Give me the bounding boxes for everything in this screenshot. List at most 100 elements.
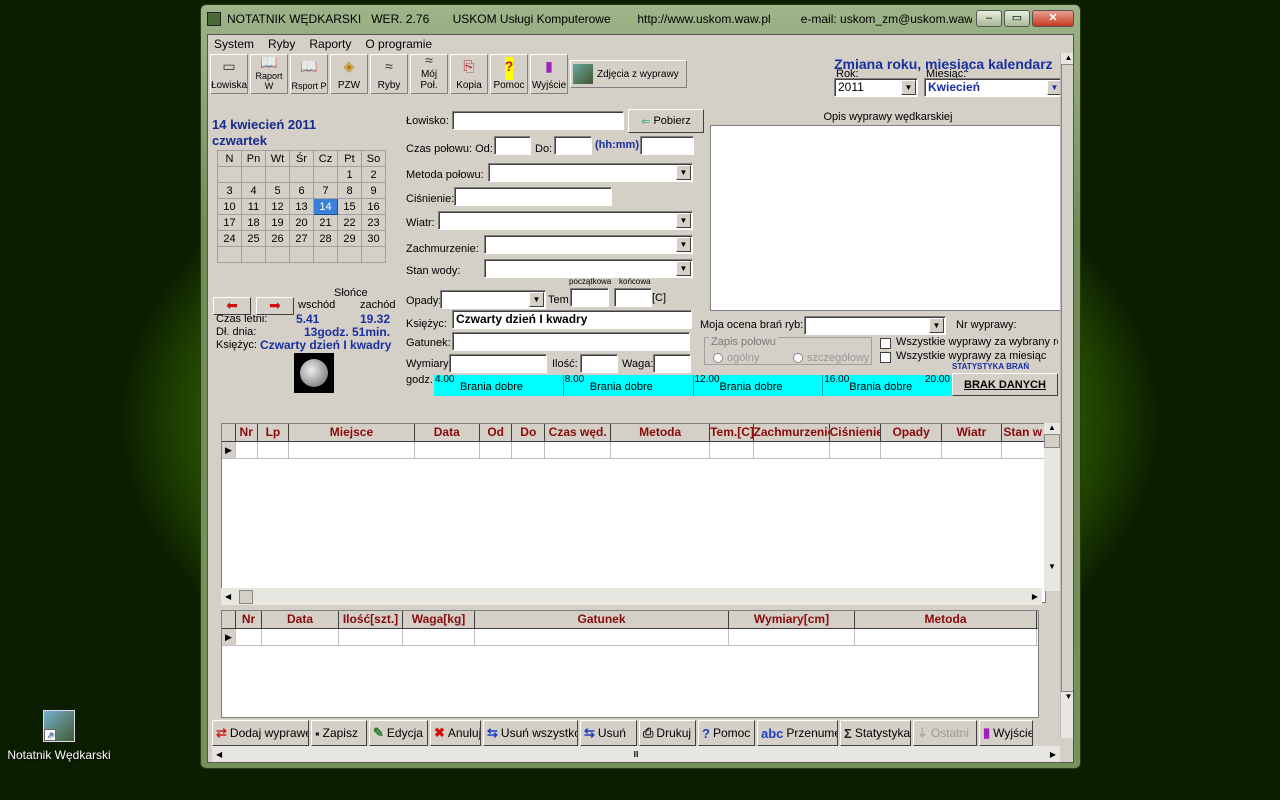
calendar-day[interactable] (289, 166, 314, 183)
toolbar-pomoc-button[interactable]: ? Pomoc (490, 54, 528, 94)
size-input[interactable] (449, 354, 547, 373)
bottom-pomoc-button[interactable]: ? Pomoc (698, 720, 755, 746)
column-header[interactable]: Zachmurzenie (754, 424, 830, 441)
clouds-select[interactable]: ▼ (484, 235, 693, 254)
menu-system[interactable]: System (214, 37, 254, 51)
column-header[interactable]: Ilość[szt.] (339, 611, 403, 628)
column-header[interactable]: Metoda (855, 611, 1037, 628)
toolbar-lowiska-button[interactable]: ▭ Łowiska (210, 54, 248, 94)
calendar-day[interactable]: 7 (313, 182, 338, 199)
table-cell[interactable] (830, 442, 881, 458)
table-cell[interactable] (236, 442, 258, 458)
toolbar-kopia-button[interactable]: ⎘ Kopia (450, 54, 488, 94)
column-header[interactable]: Nr (236, 611, 262, 628)
chevron-down-icon[interactable]: ▼ (901, 80, 916, 95)
calendar-day[interactable] (265, 246, 290, 263)
table-cell[interactable] (710, 442, 754, 458)
table-cell[interactable] (754, 442, 830, 458)
toolbar-raport-w-button[interactable]: 📖 Raport W (250, 54, 288, 94)
weight-input[interactable] (653, 354, 691, 373)
column-header[interactable]: Metoda (611, 424, 711, 441)
column-header[interactable]: Do (512, 424, 546, 441)
chevron-down-icon[interactable]: ▼ (676, 213, 691, 228)
table-cell[interactable] (855, 629, 1037, 645)
toolbar-raport-p-button[interactable]: 📖 Rsport P (290, 54, 328, 94)
method-select[interactable]: ▼ (488, 163, 693, 182)
calendar-day[interactable]: 10 (217, 198, 242, 215)
main-hscroll[interactable]: ◀ Ⅲ ▶ (212, 746, 1060, 762)
table-cell[interactable] (942, 442, 1002, 458)
calendar-day[interactable]: 30 (361, 230, 386, 247)
bottom-wyjście-button[interactable]: ▮ Wyjście (979, 720, 1033, 746)
trips-hscroll[interactable]: ◀ ▶ (221, 588, 1042, 605)
calendar-day[interactable]: 27 (289, 230, 314, 247)
table-cell[interactable] (415, 442, 480, 458)
calendar-day[interactable] (313, 166, 338, 183)
calendar-day[interactable]: 11 (241, 198, 266, 215)
chevron-down-icon[interactable]: ▼ (676, 261, 691, 276)
table-cell[interactable] (289, 442, 415, 458)
table-cell[interactable] (236, 629, 262, 645)
pressure-input[interactable] (454, 187, 612, 206)
no-data-button[interactable]: BRAK DANYCH (952, 373, 1058, 396)
fishery-input[interactable] (452, 111, 624, 130)
calendar-day[interactable]: 18 (241, 214, 266, 231)
chevron-down-icon[interactable]: ▼ (676, 165, 691, 180)
table-cell[interactable] (512, 442, 546, 458)
column-header[interactable]: Waga[kg] (403, 611, 475, 628)
calendar-day[interactable]: 17 (217, 214, 242, 231)
bottom-zapisz-button[interactable]: ▪ Zapisz (311, 720, 367, 746)
mode-detailed-radio[interactable]: szczegółowy (793, 352, 869, 364)
calendar-day[interactable]: 14 (313, 198, 338, 215)
bottom-dodaj-wyprawę-button[interactable]: ⇄ Dodaj wyprawę (212, 720, 309, 746)
calendar-day[interactable] (217, 166, 242, 183)
calendar-day[interactable] (241, 166, 266, 183)
column-header[interactable]: Wymiary[cm] (729, 611, 855, 628)
month-select[interactable]: Kwiecień ▼ (924, 78, 1064, 97)
bottom-drukuj-button[interactable]: ⎙ Drukuj (639, 720, 696, 746)
calendar-day[interactable] (361, 246, 386, 263)
bottom-statystyka-button[interactable]: Σ Statystyka (840, 720, 911, 746)
table-cell[interactable] (480, 442, 513, 458)
trip-notes-textarea[interactable] (710, 125, 1062, 311)
table-cell[interactable] (729, 629, 855, 645)
rain-select[interactable]: ▼ (440, 290, 546, 309)
calendar-day[interactable] (313, 246, 338, 263)
calendar-day[interactable]: 8 (337, 182, 362, 199)
menu-raporty[interactable]: Raporty (309, 37, 351, 51)
calendar-day[interactable]: 3 (217, 182, 242, 199)
month-trips-checkbox[interactable] (880, 352, 891, 363)
desktop-icon[interactable]: ↗ Notatnik Wędkarski (0, 708, 118, 762)
table-cell[interactable] (881, 442, 943, 458)
photos-button[interactable]: Zdjęcia z wyprawy (570, 60, 687, 88)
bottom-anuluj-button[interactable]: ✖ Anuluj (430, 720, 481, 746)
table-cell[interactable] (475, 629, 729, 645)
calendar-day[interactable]: 24 (217, 230, 242, 247)
column-header[interactable]: Wiatr (942, 424, 1002, 441)
column-header[interactable]: Od (480, 424, 513, 441)
column-header[interactable]: Ciśnienie (830, 424, 881, 441)
water-select[interactable]: ▼ (484, 259, 693, 278)
column-header[interactable]: Czas węd. (545, 424, 612, 441)
column-header[interactable]: Opady (881, 424, 943, 441)
year-select[interactable]: 2011 ▼ (834, 78, 918, 97)
calendar-day[interactable]: 29 (337, 230, 362, 247)
year-trips-checkbox[interactable] (880, 338, 891, 349)
column-header[interactable]: Miejsce (289, 424, 415, 441)
calendar-day[interactable]: 6 (289, 182, 314, 199)
table-cell[interactable] (403, 629, 475, 645)
main-vscroll[interactable]: ▲ ▼ (1060, 53, 1073, 738)
table-cell[interactable] (262, 629, 339, 645)
wind-select[interactable]: ▼ (438, 211, 693, 230)
chevron-down-icon[interactable]: ▼ (676, 237, 691, 252)
calendar-day[interactable] (217, 246, 242, 263)
toolbar-pzw-button[interactable]: ◈ PZW (330, 54, 368, 94)
calendar-day[interactable] (337, 246, 362, 263)
fetch-button[interactable]: ⇐ Pobierz (628, 109, 704, 133)
bottom-usuń-button[interactable]: ⇆ Usuń (580, 720, 637, 746)
minimize-button[interactable]: ‒ (976, 10, 1002, 27)
table-cell[interactable] (545, 442, 612, 458)
calendar-day[interactable]: 12 (265, 198, 290, 215)
calendar-day[interactable]: 2 (361, 166, 386, 183)
calendar-day[interactable]: 4 (241, 182, 266, 199)
